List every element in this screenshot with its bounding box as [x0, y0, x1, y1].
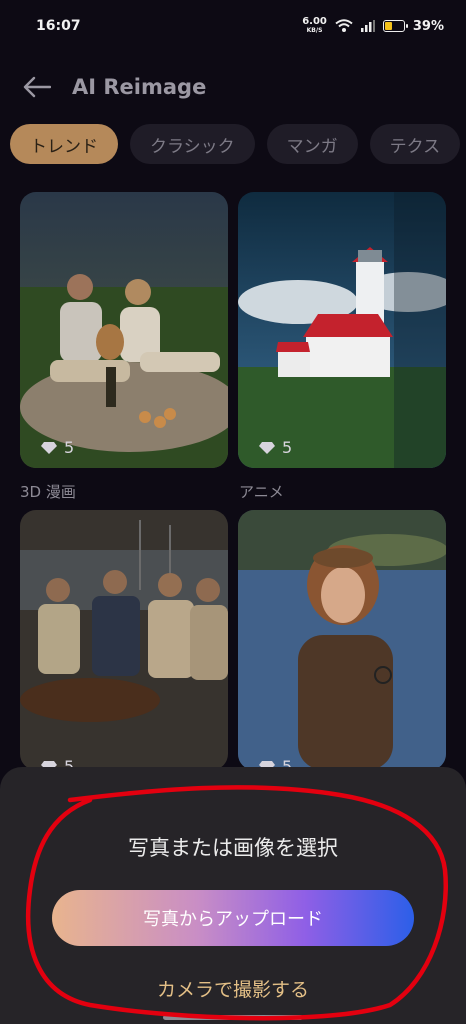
- upload-from-photos-button[interactable]: 写真からアップロード: [52, 890, 414, 946]
- tab-trend[interactable]: トレンド: [10, 124, 118, 164]
- diamond-icon: [41, 441, 57, 454]
- style-card-classic-men[interactable]: [20, 510, 228, 770]
- card-thumbnail-lake-woman: [238, 510, 446, 770]
- card-label: 3D 漫画: [20, 483, 76, 501]
- network-speed-value: 6.00: [302, 16, 327, 27]
- take-photo-button[interactable]: カメラで撮影する: [0, 975, 466, 1002]
- wifi-icon: [335, 19, 353, 32]
- card-likes: 5: [40, 438, 74, 457]
- style-card-anime[interactable]: [238, 192, 446, 468]
- network-speed-unit: KB/S: [306, 27, 323, 34]
- tab-classic[interactable]: クラシック: [130, 124, 255, 164]
- home-indicator: [163, 1015, 303, 1020]
- style-card-3d-manga[interactable]: [20, 192, 228, 468]
- likes-count: 5: [282, 438, 293, 457]
- card-label: アニメ: [239, 483, 284, 501]
- battery-level-fill: [384, 22, 392, 30]
- battery-icon: [382, 20, 408, 32]
- status-icons: 6.00 KB/S 39%: [302, 17, 444, 35]
- app-header: AI Reimage: [0, 62, 466, 112]
- style-card-vintage-woman[interactable]: [238, 510, 446, 770]
- card-likes: 5: [258, 438, 292, 457]
- status-bar: 16:07 6.00 KB/S 39%: [0, 0, 466, 52]
- network-speed: 6.00 KB/S: [302, 17, 327, 35]
- tab-manga[interactable]: マンガ: [266, 124, 358, 164]
- diamond-icon: [259, 441, 275, 454]
- status-time: 16:07: [36, 18, 81, 34]
- card-thumbnail-lighthouse: [238, 192, 446, 468]
- likes-count: 5: [64, 438, 75, 457]
- tab-texture[interactable]: テクス: [369, 124, 461, 164]
- card-thumbnail-harbor-men: [20, 510, 228, 770]
- signal-icon: [360, 20, 375, 32]
- sheet-title: 写真または画像を選択: [128, 836, 338, 860]
- battery-percent: 39%: [412, 18, 444, 34]
- back-arrow-icon[interactable]: [22, 72, 52, 102]
- page-title: AI Reimage: [72, 75, 207, 99]
- card-thumbnail-picnic: [20, 192, 228, 468]
- style-tabs: トレンド クラシック マンガ テクス: [10, 124, 466, 166]
